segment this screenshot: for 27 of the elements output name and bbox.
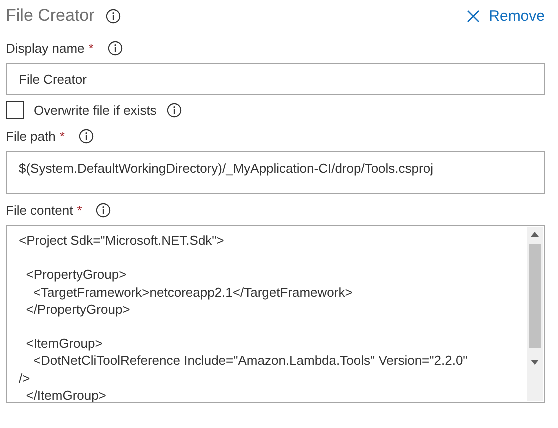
code-line: <TargetFramework>netcoreapp2.1</TargetFramework>: [32, 284, 353, 300]
text-field[interactable]: $(System.DefaultWorkingDirectory)/_MyApplication-CI/drop/Tools.csproj: [6, 151, 545, 194]
info-icon[interactable]: [106, 8, 121, 24]
close-icon: [467, 10, 480, 22]
field-label: File path *: [6, 128, 65, 144]
remove-button[interactable]: Remove: [467, 8, 551, 24]
scroll-down-icon[interactable]: [531, 360, 539, 365]
checkbox[interactable]: [6, 101, 24, 119]
code-line: </ItemGroup>: [25, 388, 106, 402]
code-textarea[interactable]: [6, 225, 545, 403]
code-line: <ItemGroup>: [25, 336, 103, 352]
code-line: <Project Sdk="Microsoft.NET.Sdk">: [19, 233, 224, 248]
field-label: File content *: [6, 202, 82, 218]
scroll-up-icon[interactable]: [531, 232, 539, 237]
task-title: File Creator: [6, 6, 95, 26]
info-icon[interactable]: [166, 102, 182, 118]
info-icon[interactable]: [96, 202, 112, 218]
code-line: <PropertyGroup>: [25, 267, 127, 282]
info-icon[interactable]: [108, 40, 123, 56]
checkbox-label[interactable]: Overwrite file if exists: [34, 102, 157, 118]
field-label: Display name *: [6, 40, 94, 56]
info-icon[interactable]: [78, 128, 94, 144]
code-line: <DotNetCliToolReference Include="Amazon.Lambda.Tools" Version="2.2.0": [32, 353, 468, 368]
code-line: </PropertyGroup>: [25, 302, 130, 317]
code-line: />: [19, 370, 30, 386]
scrollbar[interactable]: [527, 227, 543, 401]
text-field[interactable]: File Creator: [6, 63, 545, 95]
